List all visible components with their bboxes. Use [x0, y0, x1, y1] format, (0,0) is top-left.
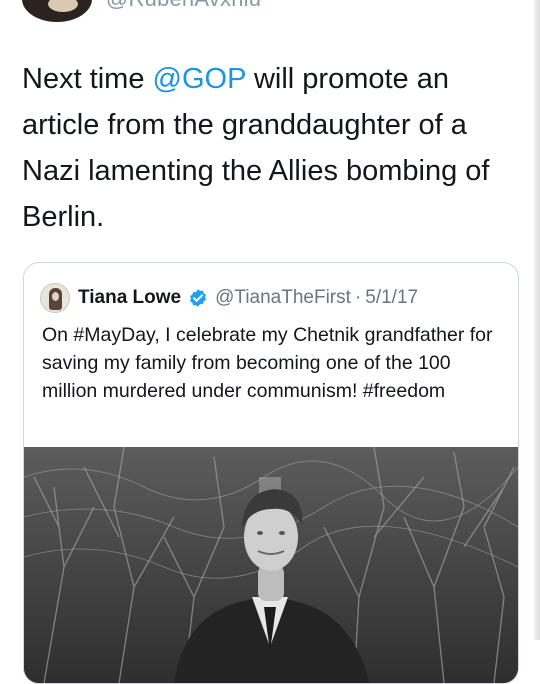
top-handle[interactable]: @RubenAvxhiu [106, 0, 261, 12]
quoted-author-name[interactable]: Tiana Lowe [78, 287, 181, 309]
quoted-tweet-photo[interactable] [24, 447, 518, 683]
quoted-author-handle[interactable]: @TianaTheFirst [215, 287, 351, 309]
quoted-tweet-card[interactable]: Tiana Lowe @TianaTheFirst · 5/1/17 On #M… [23, 262, 519, 684]
right-edge-shadow [534, 0, 540, 640]
top-avatar[interactable] [22, 0, 92, 22]
quoted-tweet-date[interactable]: 5/1/17 [365, 287, 418, 309]
verified-badge-icon [188, 288, 208, 308]
quoted-author-avatar[interactable] [40, 283, 70, 313]
gop-mention-link[interactable]: @GOP [153, 63, 246, 95]
tweet-text-before: Next time [22, 63, 153, 95]
tweet-text: Next time @GOP will promote an article f… [22, 56, 527, 240]
quoted-tweet-header: Tiana Lowe @TianaTheFirst · 5/1/17 [40, 283, 418, 313]
header-separator: · [354, 287, 362, 308]
quoted-tweet-text: On #MayDay, I celebrate my Chetnik grand… [42, 324, 493, 402]
